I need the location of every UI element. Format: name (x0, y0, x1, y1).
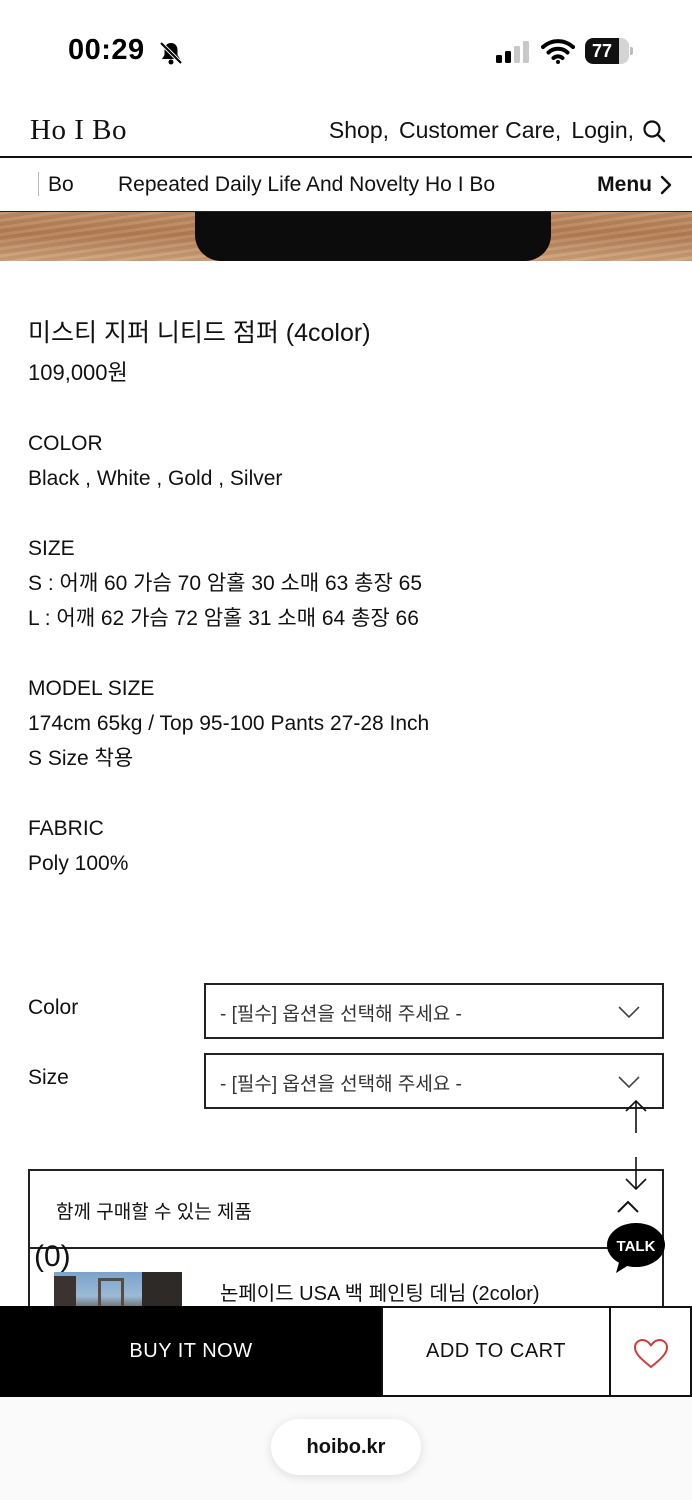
fabric-section: FABRIC Poly 100% (28, 811, 668, 881)
status-bar: 00:29 77 (0, 0, 692, 100)
color-heading: COLOR (28, 432, 103, 455)
heart-icon (634, 1339, 668, 1368)
size-option-row: Size - [필수] 옵션을 선택해 주세요 - (28, 1053, 664, 1109)
scroll-to-top-arrow-icon[interactable] (623, 1099, 649, 1135)
product-details: 미스티 지퍼 니티드 점퍼 (4color) 109,000원 COLOR Bl… (28, 314, 668, 881)
color-select[interactable]: - [필수] 옵션을 선택해 주세요 - (204, 983, 664, 1039)
status-time: 00:29 (68, 34, 145, 66)
color-option-label: Color (28, 996, 79, 1019)
garment-shape (195, 212, 551, 261)
related-count: (0) (34, 1240, 71, 1273)
site-header: Ho I Bo Shop, Customer Care, Login, (0, 100, 692, 158)
color-section: COLOR Black , White , Gold , Silver (28, 426, 668, 496)
chevron-up-icon[interactable] (616, 1200, 640, 1214)
search-icon[interactable] (642, 119, 666, 143)
bell-muted-icon (159, 41, 183, 65)
marquee-text-partial: Bo (48, 173, 74, 196)
size-option-label: Size (28, 1066, 69, 1089)
model-size-section: MODEL SIZE 174cm 65kg / Top 95-100 Pants… (28, 671, 668, 776)
nav-customer-care-link[interactable]: Customer Care, (399, 117, 561, 144)
talk-label: TALK (617, 1238, 656, 1255)
menu-label: Menu (597, 173, 652, 196)
add-to-cart-button[interactable]: ADD TO CART (381, 1306, 611, 1397)
browser-toolbar: hoibo.kr (0, 1397, 692, 1500)
nav-login-link[interactable]: Login, (571, 117, 634, 144)
size-select[interactable]: - [필수] 옵션을 선택해 주세요 - (204, 1053, 664, 1109)
menu-button[interactable]: Menu (587, 173, 672, 197)
product-image (0, 212, 692, 261)
marquee-divider (38, 172, 39, 196)
color-option-row: Color - [필수] 옵션을 선택해 주세요 - (28, 983, 664, 1039)
address-bar[interactable]: hoibo.kr (271, 1419, 421, 1475)
size-heading: SIZE (28, 537, 75, 560)
size-l-spec: L : 어깨 62 가슴 72 암홀 31 소매 64 총장 66 (28, 607, 419, 630)
chevron-down-icon (618, 1006, 640, 1019)
model-worn-size: S Size 착용 (28, 747, 134, 770)
product-name: 미스티 지퍼 니티드 점퍼 (4color) (28, 319, 371, 347)
product-price: 109,000원 (28, 360, 128, 385)
chevron-right-icon (660, 175, 672, 195)
model-measurements: 174cm 65kg / Top 95-100 Pants 27-28 Inch (28, 712, 430, 735)
battery-indicator: 77 (585, 38, 633, 64)
size-s-spec: S : 어깨 60 가슴 70 암홀 30 소매 63 총장 65 (28, 572, 423, 595)
chevron-down-icon (618, 1076, 640, 1089)
battery-level: 77 (591, 41, 613, 61)
kakao-talk-button[interactable]: TALK (606, 1221, 666, 1275)
wifi-icon (541, 39, 575, 64)
model-heading: MODEL SIZE (28, 677, 155, 700)
marquee-text: Repeated Daily Life And Novelty Ho I Bo (118, 173, 496, 196)
purchase-bar: BUY IT NOW ADD TO CART (0, 1306, 692, 1397)
fabric-heading: FABRIC (28, 817, 104, 840)
battery-tip (630, 47, 633, 55)
related-product-name[interactable]: 논페이드 USA 백 페인팅 데님 (2color) (220, 1277, 540, 1306)
related-products-panel: 함께 구매할 수 있는 제품 논페이드 USA 백 페인팅 데님 (2color… (28, 1169, 664, 1312)
related-divider (30, 1247, 662, 1249)
related-products-title[interactable]: 함께 구매할 수 있는 제품 (56, 1197, 252, 1224)
nav-shop-link[interactable]: Shop, (329, 117, 389, 144)
fabric-value: Poly 100% (28, 852, 129, 875)
buy-now-button[interactable]: BUY IT NOW (0, 1306, 382, 1397)
battery-body: 77 (585, 38, 629, 64)
size-select-value: - [필수] 옵션을 선택해 주세요 - (220, 1074, 462, 1095)
color-select-value: - [필수] 옵션을 선택해 주세요 - (220, 1004, 462, 1025)
color-list: Black , White , Gold , Silver (28, 467, 283, 490)
site-logo[interactable]: Ho I Bo (30, 114, 127, 147)
header-nav: Shop, Customer Care, Login, (319, 117, 634, 144)
size-section: SIZE S : 어깨 60 가슴 70 암홀 30 소매 63 총장 65 L… (28, 531, 668, 636)
scroll-to-bottom-arrow-icon[interactable] (623, 1155, 649, 1191)
wishlist-button[interactable] (609, 1306, 692, 1397)
marquee-bar: Bo Repeated Daily Life And Novelty Ho I … (0, 158, 692, 212)
cellular-signal-icon (496, 41, 529, 63)
